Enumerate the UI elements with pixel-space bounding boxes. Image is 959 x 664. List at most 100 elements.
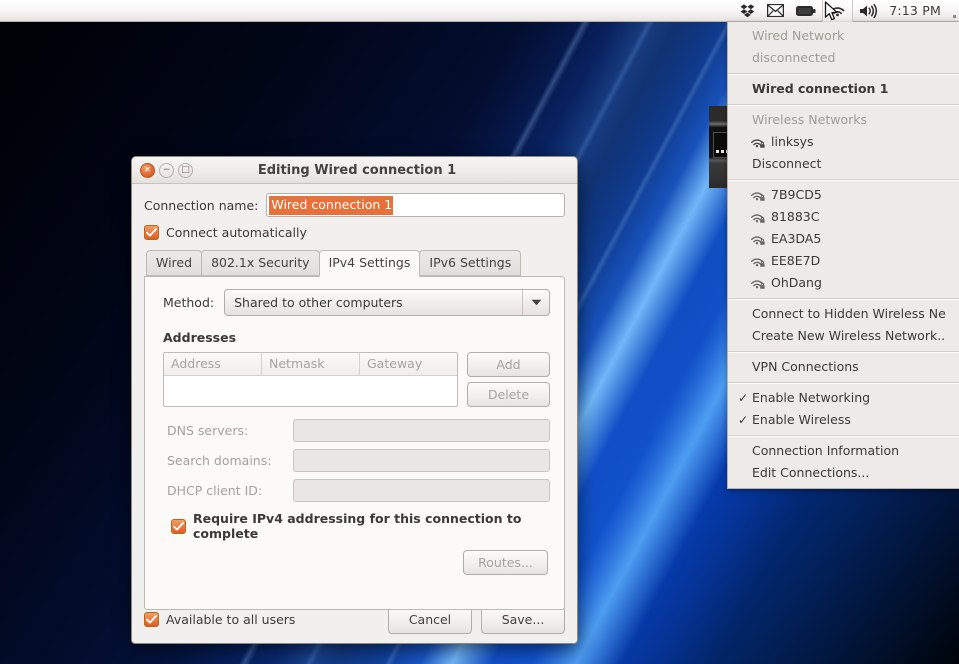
- tab-wired[interactable]: Wired: [146, 250, 203, 276]
- menu-item-enable-wireless[interactable]: ✓ Enable Wireless: [728, 409, 959, 431]
- column-header-address[interactable]: Address: [164, 353, 262, 376]
- addresses-area: Address Netmask Gateway Add Delete: [159, 352, 550, 407]
- clock[interactable]: 7:13 PM: [885, 3, 949, 18]
- tab-ipv4-settings[interactable]: IPv4 Settings: [318, 250, 421, 277]
- menu-wireless-section-label: Wireless Networks: [752, 112, 867, 127]
- close-icon[interactable]: ×: [140, 162, 155, 178]
- method-row: Method: Shared to other computers: [159, 289, 550, 316]
- menu-separator: [728, 179, 959, 181]
- wifi-secured-icon: [750, 136, 766, 149]
- wifi-secured-icon: [750, 189, 766, 202]
- dhcp-client-id-label: DHCP client ID:: [167, 483, 263, 498]
- menu-separator: [728, 104, 959, 106]
- menu-item-connection-information[interactable]: Connection Information: [728, 440, 959, 462]
- dialog-body: Connection name: Wired connection 1 Conn…: [132, 184, 577, 610]
- menu-item-ap-ee8e7d[interactable]: EE8E7D: [728, 250, 959, 272]
- battery-icon: [796, 5, 816, 17]
- dhcp-client-id-input[interactable]: [293, 479, 550, 502]
- dialog-titlebar[interactable]: × − □ Editing Wired connection 1: [132, 157, 577, 184]
- menu-wired-section-label: Wired Network: [752, 28, 845, 43]
- ipv4-settings-panel: Method: Shared to other computers Addres…: [144, 276, 565, 610]
- page-title: Editing Wired connection 1: [257, 162, 457, 178]
- menu-item-label: EE8E7D: [771, 253, 821, 268]
- dropbox-icon: [740, 3, 755, 18]
- method-value: Shared to other computers: [234, 295, 403, 310]
- search-domains-input[interactable]: [293, 449, 550, 472]
- method-dropdown[interactable]: Shared to other computers: [224, 289, 550, 316]
- column-header-gateway[interactable]: Gateway: [360, 353, 457, 376]
- menu-wired-status: disconnected: [752, 50, 836, 65]
- checkmark-icon: ✓: [738, 391, 749, 405]
- menu-item-connect-hidden-wireless[interactable]: Connect to Hidden Wireless Ne: [728, 303, 959, 325]
- volume-tray-button[interactable]: [853, 0, 885, 22]
- dropbox-tray-button[interactable]: [734, 0, 761, 22]
- menu-item-linksys[interactable]: linksys: [728, 131, 959, 153]
- connect-automatically-checkbox[interactable]: [144, 225, 159, 240]
- messaging-tray-button[interactable]: [761, 0, 790, 22]
- wifi-secured-icon: [750, 277, 766, 290]
- available-all-users-row[interactable]: Available to all users: [144, 612, 295, 627]
- connection-name-label: Connection name:: [144, 197, 259, 213]
- panel-edge-grip: [949, 0, 959, 22]
- wifi-secured-icon: [750, 211, 766, 224]
- require-ipv4-row[interactable]: Require IPv4 addressing for this connect…: [171, 511, 550, 541]
- menu-item-label: Enable Wireless: [752, 412, 851, 427]
- menu-item-label: 7B9CD5: [771, 187, 822, 202]
- settings-tabs: Wired 802.1x Security IPv4 Settings IPv6…: [144, 250, 565, 277]
- search-domains-label: Search domains:: [167, 453, 272, 468]
- network-tray-button[interactable]: [822, 0, 854, 22]
- edit-connection-dialog: × − □ Editing Wired connection 1 Connect…: [131, 156, 578, 644]
- menu-item-label: OhDang: [771, 275, 822, 290]
- menu-item-edit-connections[interactable]: Edit Connections...: [728, 462, 959, 484]
- menu-item-create-new-wireless[interactable]: Create New Wireless Network..: [728, 325, 959, 347]
- connection-name-input[interactable]: Wired connection 1: [266, 193, 565, 217]
- maximize-icon[interactable]: □: [178, 162, 193, 178]
- wifi-secured-icon: [750, 255, 766, 268]
- addresses-table[interactable]: Address Netmask Gateway: [163, 352, 458, 407]
- addresses-section-title: Addresses: [163, 330, 237, 345]
- envelope-icon: [767, 4, 785, 17]
- wifi-secured-icon: [750, 233, 766, 246]
- addresses-table-body[interactable]: [164, 376, 457, 403]
- addresses-table-header: Address Netmask Gateway: [164, 353, 457, 376]
- menu-item-label: Enable Networking: [752, 390, 871, 405]
- search-domains-row: Search domains:: [159, 449, 550, 472]
- dhcp-client-id-row: DHCP client ID:: [159, 479, 550, 502]
- delete-address-button[interactable]: Delete: [467, 382, 550, 407]
- panel-edge-dot: [952, 14, 956, 18]
- battery-tray-button[interactable]: [790, 0, 822, 22]
- connection-name-row: Connection name: Wired connection 1: [144, 193, 565, 217]
- menu-separator: [728, 298, 959, 300]
- menu-item-enable-networking[interactable]: ✓ Enable Networking: [728, 387, 959, 409]
- menu-item-wired-connection-1[interactable]: Wired connection 1: [728, 78, 959, 100]
- menu-separator: [728, 73, 959, 75]
- menu-item-label: 81883C: [771, 209, 820, 224]
- menu-item-vpn-connections[interactable]: VPN Connections: [728, 356, 959, 378]
- available-all-users-label: Available to all users: [166, 612, 296, 627]
- require-ipv4-label: Require IPv4 addressing for this connect…: [193, 511, 522, 541]
- tab-ipv6-settings[interactable]: IPv6 Settings: [419, 250, 522, 276]
- dns-servers-label: DNS servers:: [167, 423, 249, 438]
- menu-item-label: EA3DA5: [771, 231, 822, 246]
- available-all-users-checkbox[interactable]: [144, 612, 159, 627]
- menu-item-ap-ohdang[interactable]: OhDang: [728, 272, 959, 294]
- connect-automatically-row[interactable]: Connect automatically: [144, 225, 565, 240]
- menu-item-ap-ea3da5[interactable]: EA3DA5: [728, 228, 959, 250]
- top-panel: 7:13 PM: [0, 0, 959, 22]
- menu-item-ap-7b9cd5[interactable]: 7B9CD5: [728, 184, 959, 206]
- menu-separator: [728, 435, 959, 437]
- method-label: Method:: [163, 295, 215, 310]
- tab-8021x-security[interactable]: 802.1x Security: [201, 250, 320, 276]
- menu-item-ap-81883c[interactable]: 81883C: [728, 206, 959, 228]
- add-address-button[interactable]: Add: [467, 352, 550, 377]
- addresses-buttons: Add Delete: [467, 352, 550, 407]
- require-ipv4-checkbox[interactable]: [171, 518, 186, 534]
- dns-servers-input[interactable]: [293, 419, 550, 442]
- routes-button[interactable]: Routes...: [463, 550, 548, 575]
- menu-separator: [728, 351, 959, 353]
- column-header-netmask[interactable]: Netmask: [262, 353, 360, 376]
- menu-item-disconnect[interactable]: Disconnect: [728, 153, 959, 175]
- dns-servers-row: DNS servers:: [159, 419, 550, 442]
- chevron-down-icon: [522, 290, 549, 315]
- minimize-icon[interactable]: −: [159, 162, 174, 178]
